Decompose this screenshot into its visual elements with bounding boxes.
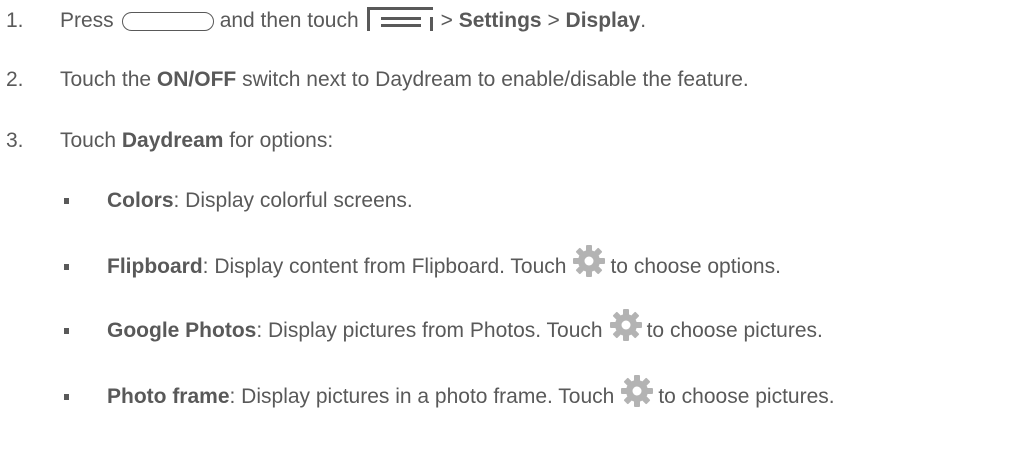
option-after-icon: to choose options.: [610, 255, 781, 278]
option-name: Google Photos: [107, 319, 257, 342]
option-desc: : Display pictures in a photo frame. Tou…: [229, 385, 615, 408]
step-number: 3.: [6, 129, 24, 152]
step-text-touch: Touch: [60, 129, 117, 152]
home-key-icon: [121, 11, 214, 31]
option-text: Photo frame : Display pictures in a phot…: [107, 375, 835, 414]
option-text: Flipboard : Display content from Flipboa…: [107, 245, 781, 284]
step-end: .: [640, 9, 647, 32]
option-name: Colors: [107, 189, 174, 212]
display-label: Display: [565, 9, 641, 32]
bullet-icon: [64, 394, 69, 400]
step-text-touch: Touch the: [60, 68, 152, 91]
option-after-icon: to choose pictures.: [646, 319, 823, 342]
option-desc: : Display pictures from Photos. Touch: [256, 319, 603, 342]
option-after-icon: to choose pictures.: [658, 385, 835, 408]
daydream-label: Daydream: [121, 129, 224, 152]
breadcrumb-sep: >: [547, 9, 560, 32]
onoff-label: ON/OFF: [156, 68, 237, 91]
bullet-icon: [64, 328, 69, 334]
breadcrumb-sep: >: [440, 9, 453, 32]
gear-icon: [620, 374, 654, 408]
step-text-press: Press: [60, 9, 114, 32]
gear-icon: [572, 244, 606, 278]
menu-key-icon: [366, 7, 433, 31]
gear-icon: [609, 308, 643, 342]
step-text: Touch Daydream for options:: [60, 129, 333, 153]
step-number: 2.: [6, 68, 24, 91]
option-name: Flipboard: [107, 255, 203, 278]
step-text: Press and then touch > Settings > Displa…: [60, 7, 647, 33]
step-text-and-then-touch: and then touch: [219, 9, 359, 32]
bullet-icon: [64, 264, 69, 270]
step-text-rest: for options:: [229, 129, 334, 152]
option-desc: : Display content from Flipboard. Touch: [202, 255, 567, 278]
option-text: Google Photos : Display pictures from Ph…: [107, 309, 823, 348]
option-desc: : Display colorful screens.: [173, 189, 413, 212]
step-text: Touch the ON/OFF switch next to Daydream…: [60, 68, 749, 92]
bullet-icon: [64, 198, 69, 204]
step-number: 1.: [6, 9, 24, 32]
option-name: Photo frame: [107, 385, 230, 408]
step-text-rest: switch next to Daydream to enable/disabl…: [242, 68, 749, 91]
settings-label: Settings: [458, 9, 542, 32]
option-text: Colors : Display colorful screens.: [107, 189, 413, 213]
